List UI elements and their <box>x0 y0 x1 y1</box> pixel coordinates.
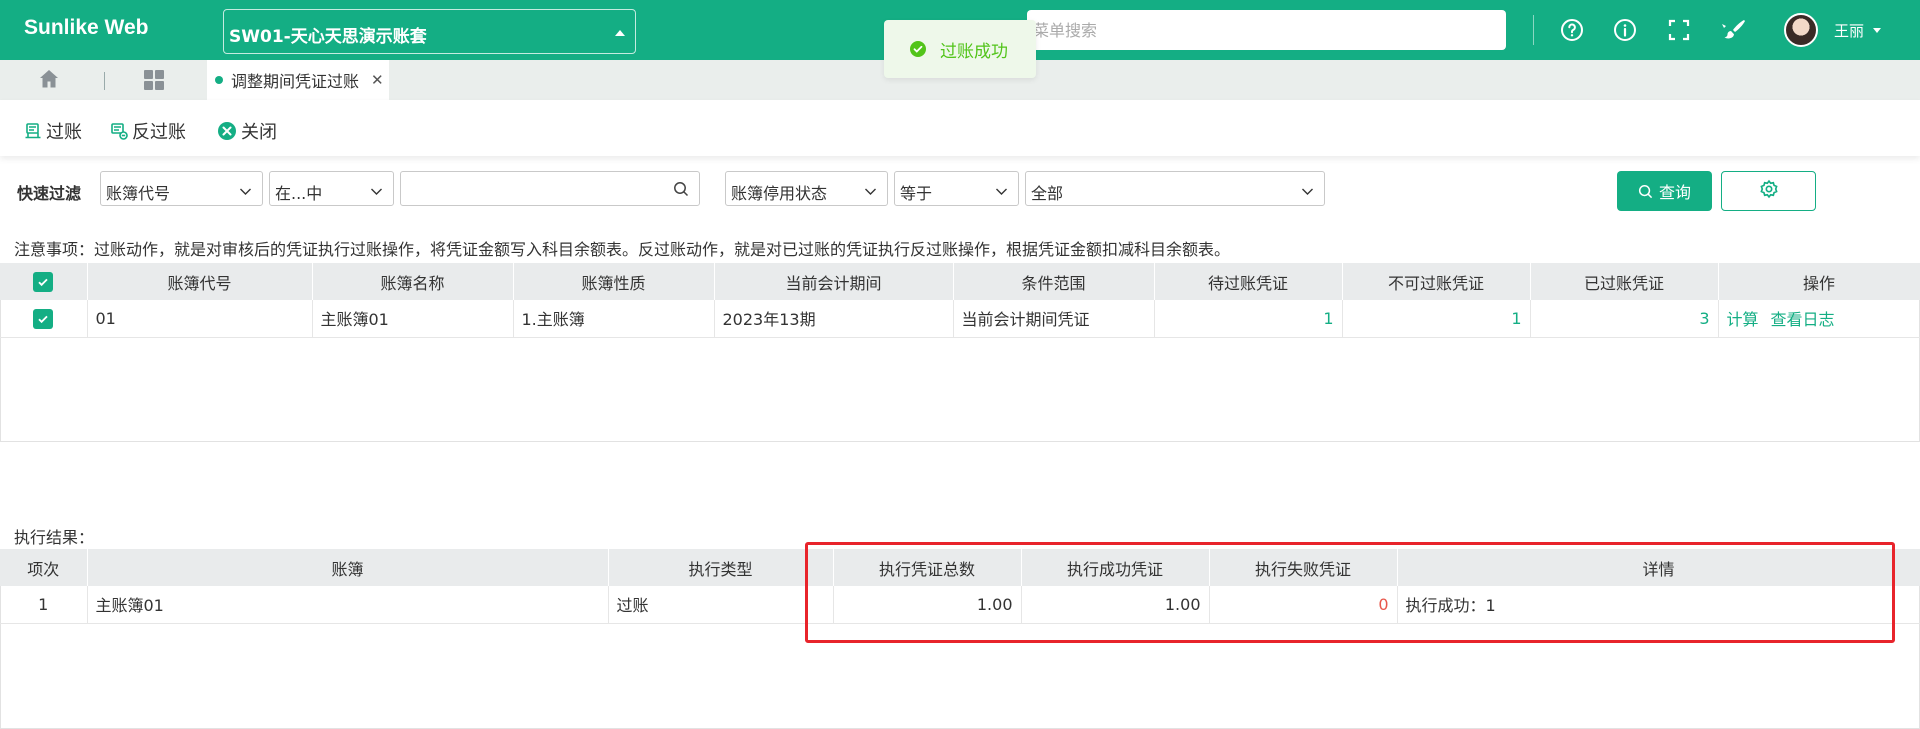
chevron-down-icon <box>370 183 383 202</box>
row-actions: 计算 查看日志 <box>1718 300 1920 338</box>
col-header: 操作 <box>1718 263 1920 300</box>
unpost-icon <box>110 122 128 140</box>
filter-field-select[interactable]: 账簿代号 <box>100 171 263 206</box>
chevron-down-icon <box>1301 183 1314 202</box>
caret-up-icon <box>615 30 625 36</box>
post-button[interactable]: 过账 <box>24 118 82 144</box>
result-label: 执行结果： <box>14 528 95 547</box>
filter-operator-value: 在...中 <box>275 184 323 203</box>
caret-down-icon[interactable] <box>1873 28 1881 33</box>
fullscreen-icon[interactable] <box>1665 16 1693 44</box>
col-header[interactable]: 待过账凭证 <box>1154 263 1343 300</box>
col-header[interactable]: 执行类型 <box>608 549 834 586</box>
chevron-down-icon <box>995 183 1008 202</box>
ledger-scope: 当前会计期间凭证 <box>953 300 1155 338</box>
col-header[interactable]: 账簿 <box>87 549 609 586</box>
calculate-link[interactable]: 计算 <box>1727 310 1759 329</box>
filter-field2-value: 账簿停用状态 <box>731 184 828 203</box>
query-label: 查询 <box>1658 183 1691 202</box>
theme-brush-icon[interactable] <box>1719 16 1747 44</box>
filter-value2-value: 全部 <box>1031 184 1064 203</box>
home-icon[interactable] <box>38 68 60 94</box>
highlight-annotation-box <box>805 542 1895 643</box>
menu-search-input[interactable] <box>1027 10 1506 50</box>
tab-period-voucher-posting[interactable]: 调整期间凭证过账 ✕ <box>207 60 389 100</box>
filter-field2-select[interactable]: 账簿停用状态 <box>725 171 888 206</box>
close-button[interactable]: 关闭 <box>217 118 277 144</box>
filter-value-input[interactable] <box>400 171 700 206</box>
ledger-code: 01 <box>87 300 313 338</box>
col-header[interactable]: 账簿代号 <box>87 263 313 300</box>
ledger-period: 2023年13期 <box>714 300 954 338</box>
col-header[interactable]: 已过账凭证 <box>1530 263 1719 300</box>
post-label: 过账 <box>46 122 82 143</box>
filter-operator-select[interactable]: 在...中 <box>269 171 394 206</box>
toolbar: 过账 反过账 关闭 <box>0 100 1920 156</box>
col-header[interactable]: 当前会计期间 <box>714 263 954 300</box>
filter-value2-select[interactable]: 全部 <box>1025 171 1325 206</box>
gear-icon <box>1759 179 1779 203</box>
filter-field-value: 账簿代号 <box>106 184 171 203</box>
quick-filter-label: 快速过滤 <box>17 184 82 203</box>
view-log-link[interactable]: 查看日志 <box>1771 310 1835 329</box>
ledger-table: 账簿代号 账簿名称 账簿性质 当前会计期间 条件范围 待过账凭证 不可过账凭证 … <box>0 263 1920 338</box>
query-button[interactable]: 查询 <box>1617 171 1712 211</box>
app-grid-icon[interactable] <box>143 69 165 95</box>
close-icon[interactable]: ✕ <box>371 71 384 89</box>
unpostable-count[interactable]: 1 <box>1342 300 1531 338</box>
help-icon[interactable] <box>1558 16 1586 44</box>
notice-text: 注意事项：过账动作，就是对审核后的凭证执行过账操作，将凭证金额写入科目余额表。反… <box>14 240 1231 259</box>
toast-message: 过账成功 <box>940 41 1008 62</box>
ledger-name: 主账簿01 <box>312 300 514 338</box>
close-circle-icon <box>217 121 237 141</box>
search-icon <box>1638 184 1653 199</box>
row-checkbox[interactable] <box>0 300 88 338</box>
account-set-value: SW01-天心天思演示账套 <box>229 27 427 47</box>
filter-operator2-select[interactable]: 等于 <box>894 171 1019 206</box>
tab-divider <box>104 72 105 90</box>
pending-count[interactable]: 1 <box>1154 300 1343 338</box>
header-divider <box>1533 15 1534 45</box>
tab-label: 调整期间凭证过账 <box>231 72 360 91</box>
post-icon <box>24 122 42 140</box>
result-type: 过账 <box>608 586 834 624</box>
tab-active-dot <box>215 76 223 84</box>
result-ledger: 主账簿01 <box>87 586 609 624</box>
col-header[interactable]: 账簿性质 <box>513 263 715 300</box>
col-header[interactable]: 项次 <box>0 549 88 586</box>
chevron-down-icon <box>239 183 252 202</box>
filter-settings-button[interactable] <box>1721 171 1816 211</box>
user-name[interactable]: 王丽 <box>1834 20 1864 41</box>
success-toast: 过账成功 <box>884 20 1036 78</box>
app-logo[interactable]: Sunlike Web <box>24 16 148 40</box>
chevron-down-icon <box>864 183 877 202</box>
info-icon[interactable] <box>1611 16 1639 44</box>
search-icon[interactable] <box>673 181 689 201</box>
col-header[interactable]: 条件范围 <box>953 263 1155 300</box>
result-index: 1 <box>0 586 88 624</box>
user-avatar[interactable] <box>1784 13 1818 47</box>
check-circle-icon <box>910 41 926 57</box>
unpost-label: 反过账 <box>132 122 186 143</box>
col-header[interactable]: 账簿名称 <box>312 263 514 300</box>
posted-count[interactable]: 3 <box>1530 300 1719 338</box>
close-label: 关闭 <box>241 122 277 143</box>
check-icon <box>33 271 54 292</box>
select-all-checkbox[interactable] <box>0 263 88 300</box>
account-set-select[interactable]: SW01-天心天思演示账套 <box>223 9 636 54</box>
ledger-nature: 1.主账簿 <box>513 300 715 338</box>
unpost-button[interactable]: 反过账 <box>110 118 186 144</box>
table-row[interactable]: 01 主账簿01 1.主账簿 2023年13期 当前会计期间凭证 1 1 3 计… <box>0 300 1920 338</box>
filter-operator2-value: 等于 <box>900 184 933 203</box>
col-header[interactable]: 不可过账凭证 <box>1342 263 1531 300</box>
check-icon <box>33 308 54 329</box>
ledger-table-header: 账簿代号 账簿名称 账簿性质 当前会计期间 条件范围 待过账凭证 不可过账凭证 … <box>0 263 1920 300</box>
